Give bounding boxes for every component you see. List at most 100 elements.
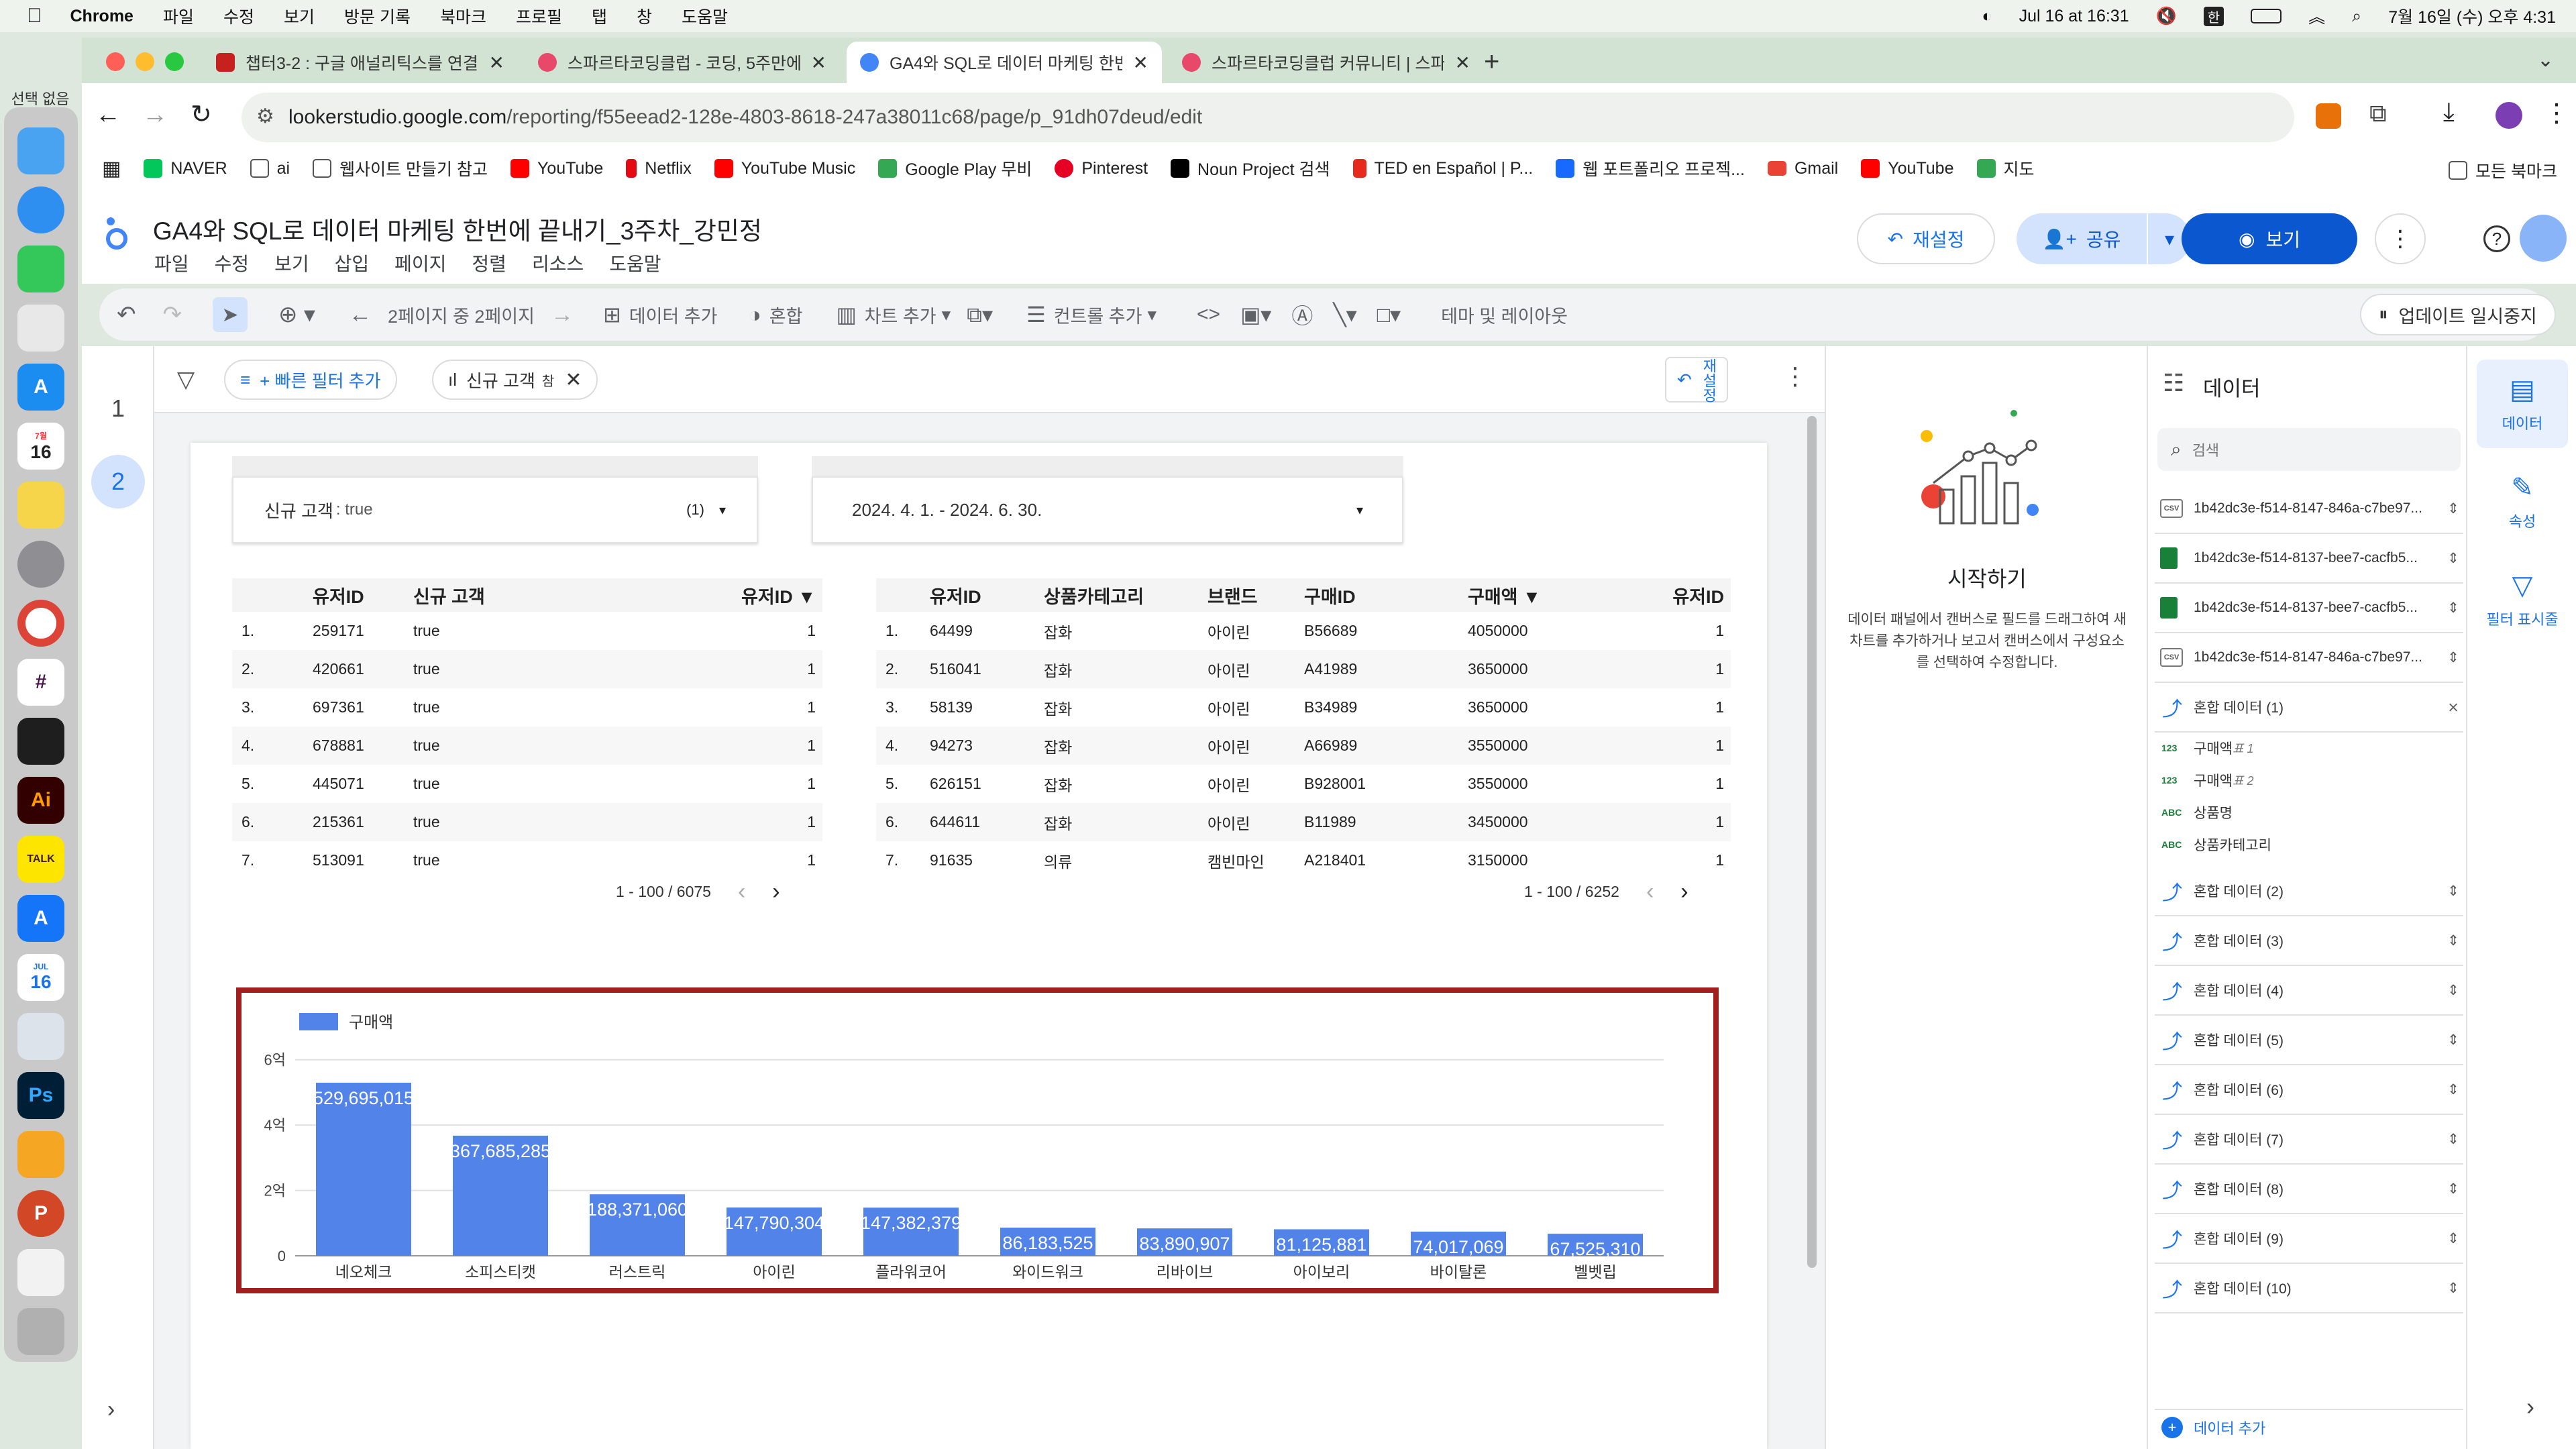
table-row[interactable]: 1. 64499 잡화 아이린 B56689 4050000 1 [876,612,1731,650]
wifi-icon[interactable]: ︽ [2308,4,2325,28]
calendar-2-icon[interactable]: JUL 16 [17,954,64,1001]
table-row[interactable]: 3. 697361 true 1 [232,688,822,727]
expand-toggle-icon[interactable]: ⇕ [2443,883,2463,900]
next-page-chevron-icon[interactable]: › [772,879,780,905]
menu-view[interactable]: 보기 [274,250,309,276]
menubar-item[interactable]: 탭 [592,4,607,28]
browser-tab[interactable]: 스파르타코딩클럽 - 코딩, 5주만에 끝내기 ✕ [525,42,840,83]
expand-toggle-icon[interactable]: ⇕ [2443,500,2463,517]
window-close-button[interactable] [106,52,125,71]
new-tab-plus-icon[interactable]: + [1484,47,1499,77]
spotlight-icon[interactable]: ⌕ [2352,7,2361,26]
bookmark-folder[interactable]: 웹사이트 만들기 참고 [313,156,488,180]
blend-row[interactable]: ⤴ 혼합 데이터 (5) ⇕ [2155,1016,2463,1065]
browser-tab[interactable]: 챕터3-2 : 구글 애널리틱스를 연결하기 ✕ [203,42,518,83]
table-row[interactable]: 6. 215361 true 1 [232,803,822,841]
menubar-item[interactable]: 방문 기록 [344,4,411,28]
new-customer-dropdown-control[interactable]: 신규 고객 : true (1) ▾ [232,476,758,543]
input-source-icon[interactable]: 한 [2203,6,2224,26]
app-store-icon[interactable]: A [17,364,64,411]
quick-filter-chip[interactable]: ≡ + 빠른 필터 추가 [224,360,397,400]
field-item[interactable]: ABC 상품카테고리 [2161,829,2271,860]
embed-code-icon[interactable]: <> [1197,303,1220,326]
page-thumb-2[interactable]: 2 [91,455,145,508]
reload-icon[interactable]: ↻ [191,99,212,129]
add-data-link[interactable]: + 데이터 추가 [2155,1409,2463,1438]
community-viz-button[interactable]: ⧉▾ [967,302,993,328]
table-header-sorted[interactable]: 구매액 ▼ [1461,578,1602,612]
preview-icon[interactable] [17,1013,64,1060]
table-header[interactable]: 유저ID [1602,578,1731,612]
battery-icon[interactable] [2251,9,2282,23]
filter-funnel-icon[interactable]: ▽ [177,366,195,393]
table-row[interactable]: 5. 445071 true 1 [232,765,822,803]
table-header-sorted[interactable]: 유저ID ▼ [611,578,822,612]
expand-toggle-icon[interactable]: ⇕ [2443,600,2463,616]
menu-file[interactable]: 파일 [154,250,189,276]
menubar-app-name[interactable]: Chrome [70,7,133,26]
data-source-row[interactable]: 1b42dc3e-f514-8137-bee7-cacfb5... ⇕ [2155,534,2463,584]
bookmark[interactable]: Google Play 무비 [878,156,1032,180]
bookmark[interactable]: TED en Español | P... [1352,159,1533,178]
bookmark[interactable]: Pinterest [1055,159,1148,178]
blend-row[interactable]: ⤴ 혼합 데이터 (3) ⇕ [2155,916,2463,966]
help-button[interactable]: ? [2471,213,2522,264]
expand-toggle-icon[interactable]: ⇕ [2443,1032,2463,1049]
system-settings-icon[interactable] [17,541,64,588]
menubar-item[interactable]: 도움말 [682,4,728,28]
tab-close-icon[interactable]: ✕ [811,52,826,74]
table-row[interactable]: 4. 94273 잡화 아이린 A66989 3550000 1 [876,727,1731,765]
bookmark[interactable]: YouTube Music [714,159,855,178]
redo-icon[interactable]: ↷ [163,301,182,328]
more-options-button[interactable]: ⋮ [2375,213,2426,264]
menu-page[interactable]: 페이지 [394,250,446,276]
table-header[interactable]: 유저ID [923,578,1037,612]
apps-grid-icon[interactable]: ▦ [102,157,121,180]
table-header[interactable]: 상품카테고리 [1037,578,1201,612]
pause-updates-button[interactable]: ⏸ 업데이트 일시중지 [2360,294,2556,335]
control-center-icon[interactable]: ◐ [1982,7,1992,26]
download-icon[interactable]: ⤓ [2443,98,2455,127]
data-source-row[interactable]: CSV 1b42dc3e-f514-8147-846a-c7be97... ⇕ [2155,633,2463,683]
add-chart-button[interactable]: ▥ 차트 추가 ▾ [836,302,951,328]
window-zoom-button[interactable] [165,52,184,71]
expand-chevron-icon[interactable]: › [107,1397,115,1423]
prev-page-chevron-icon[interactable]: ‹ [738,879,745,905]
view-button[interactable]: ◉ 보기 [2182,213,2357,264]
menubar-clock-1[interactable]: Jul 16 at 16:31 [2019,7,2129,26]
menubar-item[interactable]: 북마크 [440,4,486,28]
menu-arrange[interactable]: 정렬 [472,250,506,276]
previous-page-icon[interactable]: ← [349,302,372,328]
panel-collapse-chevron-icon[interactable]: › [2526,1393,2534,1421]
blend-row[interactable]: ⤴ 혼합 데이터 (10) ⇕ [2155,1264,2463,1313]
expand-toggle-icon[interactable]: ⇕ [2443,1230,2463,1247]
back-arrow-icon[interactable]: ← [95,101,121,129]
blend-row[interactable]: ⤴ 혼합 데이터 (2) ⇕ [2155,867,2463,916]
table-row[interactable]: 3. 58139 잡화 아이린 B34989 3650000 1 [876,688,1731,727]
tab-close-icon[interactable]: ✕ [1455,52,1470,74]
expand-toggle-icon[interactable]: ⇕ [2443,1280,2463,1297]
menubar-item[interactable]: 수정 [223,4,254,28]
table-row[interactable]: 6. 644611 잡화 아이린 B11989 3450000 1 [876,803,1731,841]
trash-icon[interactable] [17,1308,64,1355]
menu-edit[interactable]: 수정 [215,250,250,276]
table-header[interactable]: 유저ID [306,578,407,612]
bookmark[interactable]: Noun Project 검색 [1171,156,1330,180]
bookmark[interactable]: YouTube [1861,159,1954,178]
prev-page-chevron-icon[interactable]: ‹ [1646,879,1654,905]
menubar-item[interactable]: 보기 [284,4,315,28]
tab-properties[interactable]: ✎ 속성 [2477,458,2568,546]
chrome-menu-icon[interactable]: ⋮ [2544,98,2569,128]
table-header[interactable]: 브랜드 [1201,578,1297,612]
blend-row[interactable]: ⤴ 혼합 데이터 (9) ⇕ [2155,1214,2463,1264]
zoom-icon[interactable]: ⊕ ▾ [278,301,315,328]
page-thumb-1[interactable]: 1 [105,394,131,423]
figma-icon[interactable] [17,718,64,765]
blend-row[interactable]: ⤴ 혼합 데이터 (6) ⇕ [2155,1065,2463,1115]
shape-icon[interactable]: □▾ [1377,302,1401,327]
field-item[interactable]: 123 구매액 표 2 [2161,765,2254,796]
account-avatar-icon[interactable] [2520,215,2567,262]
table-row[interactable]: 5. 626151 잡화 아이린 B928001 3550000 1 [876,765,1731,803]
tab-data[interactable]: ▤ 데이터 [2477,360,2568,448]
photoshop-icon[interactable]: Ps [17,1072,64,1119]
